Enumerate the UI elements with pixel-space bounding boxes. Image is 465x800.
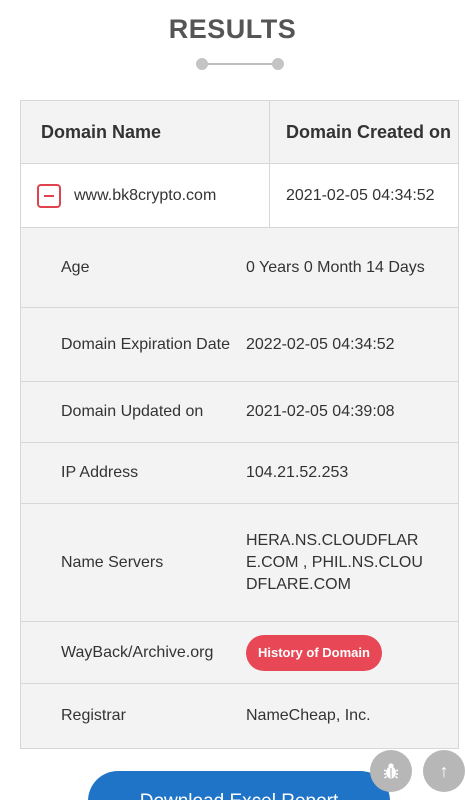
detail-row-age: Age 0 Years 0 Month 14 Days [21, 228, 458, 308]
detail-row-ip: IP Address 104.21.52.253 [21, 443, 458, 504]
arrow-up-icon[interactable]: ↑ [423, 750, 465, 792]
detail-value: HERA.NS.CLOUDFLARE.COM , PHIL.NS.CLOUDFL… [246, 531, 423, 593]
page-title: RESULTS [168, 14, 297, 44]
bug-icon[interactable] [370, 750, 412, 792]
detail-label: IP Address [61, 464, 139, 481]
detail-value: NameCheap, Inc. [246, 707, 371, 724]
domain-row: www.bk8crypto.com 2021-02-05 04:34:52 [21, 164, 458, 228]
header-domain-name: Domain Name [21, 101, 270, 163]
domain-created-value: 2021-02-05 04:34:52 [286, 186, 435, 204]
detail-label: Age [61, 258, 90, 276]
detail-value: 0 Years 0 Month 14 Days [246, 258, 425, 276]
detail-label: Domain Expiration Date [61, 335, 230, 353]
detail-value: 104.21.52.253 [246, 464, 349, 481]
history-of-domain-button[interactable]: History of Domain [246, 634, 382, 671]
header-created-on: Domain Created on [286, 122, 452, 142]
detail-label: Registrar [61, 707, 126, 724]
detail-row-name-servers: Name Servers HERA.NS.CLOUDFLARE.COM , PH… [21, 504, 458, 622]
results-table: Domain Name Domain Created on www.bk8cry… [20, 100, 459, 749]
detail-label: Domain Updated on [61, 403, 204, 420]
detail-value: 2021-02-05 04:39:08 [246, 403, 395, 420]
download-excel-report-button[interactable]: Download Excel Report [88, 771, 390, 800]
detail-row-expiration: Domain Expiration Date 2022-02-05 04:34:… [21, 308, 458, 382]
detail-row-registrar: Registrar NameCheap, Inc. [21, 684, 458, 748]
detail-value: 2022-02-05 04:34:52 [246, 335, 395, 353]
title-divider [196, 57, 284, 71]
detail-label: Name Servers [61, 553, 164, 571]
detail-label: WayBack/Archive.org [61, 643, 214, 661]
table-header: Domain Name Domain Created on [21, 101, 458, 164]
detail-row-updated: Domain Updated on 2021-02-05 04:39:08 [21, 382, 458, 443]
collapse-minus-icon[interactable] [37, 183, 61, 208]
domain-name: www.bk8crypto.com [74, 186, 217, 204]
detail-row-wayback: WayBack/Archive.org History of Domain [21, 622, 458, 684]
